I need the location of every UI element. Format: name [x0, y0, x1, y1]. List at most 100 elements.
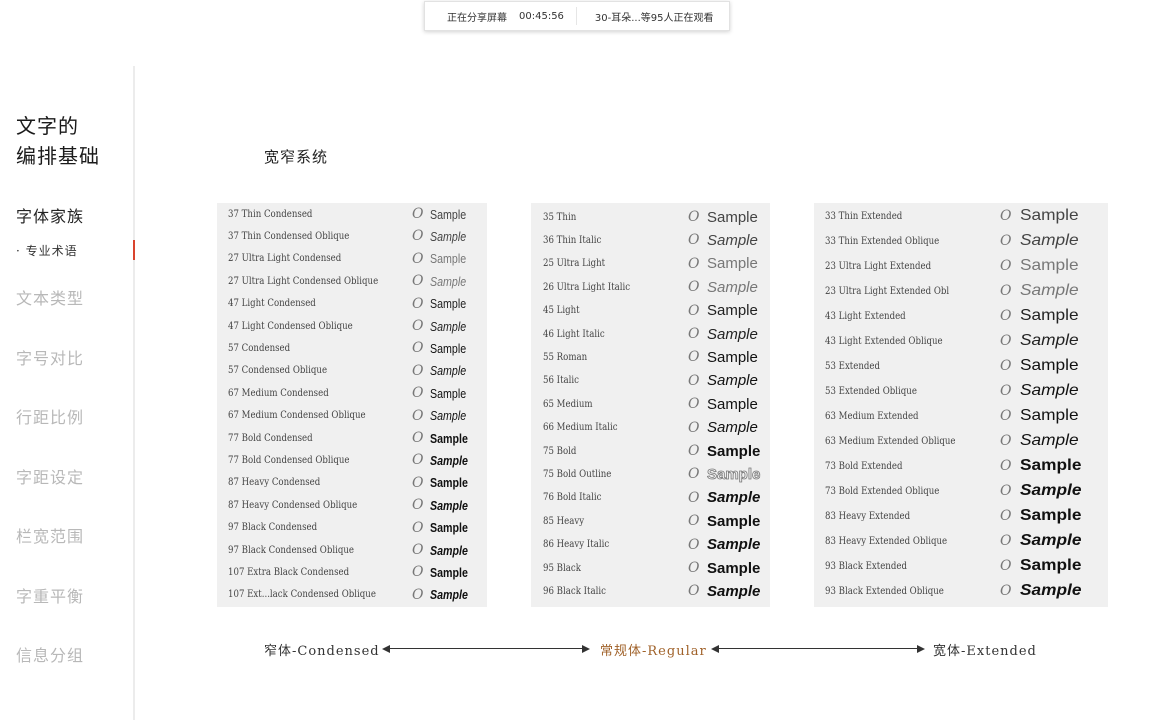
- font-name: 67 Medium Condensed: [228, 387, 329, 399]
- sidebar-item-text-types[interactable]: 文本类型: [16, 285, 84, 309]
- sidebar-title-line1: 文字的: [16, 114, 79, 138]
- sidebar-divider: [133, 66, 135, 720]
- font-name: 63 Medium Extended Oblique: [825, 435, 956, 447]
- font-sample: Sample: [1020, 257, 1079, 274]
- font-glyph-icon: O: [688, 349, 700, 366]
- font-glyph-icon: O: [1000, 583, 1012, 599]
- font-glyph-icon: O: [1000, 458, 1012, 474]
- font-sample: Sample: [1020, 582, 1082, 599]
- font-sample: Sample: [430, 318, 467, 334]
- font-sample: Sample: [707, 465, 761, 483]
- font-row: 77 Bold Condensed Oblique O Sample: [217, 449, 487, 471]
- font-glyph-icon: O: [1000, 408, 1012, 424]
- font-name: 96 Black Italic: [543, 585, 606, 597]
- font-sample: Sample: [430, 430, 468, 446]
- font-sample: Sample: [1020, 382, 1079, 399]
- font-name: 66 Medium Italic: [543, 422, 618, 434]
- font-sample: Sample: [1020, 232, 1079, 249]
- font-name: 107 Ext...lack Condensed Oblique: [228, 589, 376, 601]
- font-name: 93 Black Extended Oblique: [825, 585, 944, 597]
- font-glyph-icon: O: [688, 489, 700, 506]
- sidebar-item-font-family[interactable]: 字体家族: [16, 203, 84, 227]
- font-glyph-icon: O: [688, 466, 700, 483]
- sidebar-item-line-spacing[interactable]: 行距比例: [16, 404, 84, 428]
- font-glyph-icon: O: [1000, 383, 1012, 399]
- font-glyph-icon: O: [688, 443, 700, 459]
- font-sample: Sample: [430, 520, 468, 536]
- font-glyph-icon: O: [688, 372, 700, 389]
- font-glyph-icon: O: [412, 542, 424, 558]
- font-name: 46 Light Italic: [543, 328, 605, 340]
- font-name: 56 Italic: [543, 375, 579, 387]
- font-glyph-icon: O: [1000, 208, 1012, 224]
- font-row: 87 Heavy Condensed Oblique O Sample: [217, 494, 487, 516]
- font-name: 23 Ultra Light Extended: [825, 260, 932, 272]
- font-row: 57 Condensed Oblique O Sample: [217, 360, 487, 382]
- font-name: 83 Heavy Extended Oblique: [825, 535, 948, 547]
- font-sample: Sample: [1020, 507, 1082, 524]
- font-glyph-icon: O: [688, 560, 700, 576]
- font-sample: Sample: [1020, 557, 1082, 574]
- font-row: 27 Ultra Light Condensed Oblique O Sample: [217, 270, 487, 292]
- font-name: 45 Light: [543, 305, 580, 317]
- font-row: 75 Bold Outline O Sample: [531, 463, 770, 485]
- font-row: 107 Ext...lack Condensed Oblique O Sample: [217, 584, 487, 606]
- sidebar-item-letter-spacing[interactable]: 字距设定: [16, 464, 84, 488]
- font-glyph-icon: O: [1000, 258, 1012, 274]
- font-row: 47 Light Condensed Oblique O Sample: [217, 315, 487, 337]
- sidebar-item-terminology[interactable]: · 专业术语: [16, 242, 78, 259]
- font-sample: Sample: [1020, 532, 1082, 549]
- font-name: 47 Light Condensed Oblique: [228, 320, 353, 332]
- sidebar-item-size-contrast[interactable]: 字号对比: [16, 345, 84, 369]
- font-glyph-icon: O: [1000, 483, 1012, 499]
- font-row: 35 Thin O Sample: [531, 206, 770, 228]
- font-name: 35 Thin: [543, 211, 577, 223]
- font-sample: Sample: [707, 348, 758, 366]
- font-sample: Sample: [707, 325, 758, 343]
- font-glyph-icon: O: [412, 206, 424, 222]
- font-row: 26 Ultra Light Italic O Sample: [531, 276, 770, 298]
- font-name: 75 Bold: [543, 445, 577, 457]
- font-row: 36 Thin Italic O Sample: [531, 229, 770, 251]
- font-sample: Sample: [1020, 207, 1079, 224]
- font-name: 77 Bold Condensed: [228, 432, 313, 444]
- font-name: 43 Light Extended: [825, 310, 906, 322]
- font-row: 97 Black Condensed O Sample: [217, 517, 487, 539]
- font-glyph-icon: O: [1000, 333, 1012, 349]
- font-name: 25 Ultra Light: [543, 258, 606, 270]
- font-name: 85 Heavy: [543, 515, 585, 527]
- font-glyph-icon: O: [412, 452, 424, 469]
- font-glyph-icon: O: [412, 385, 424, 402]
- font-row: 107 Extra Black Condensed O Sample: [217, 561, 487, 583]
- font-row: 86 Heavy Italic O Sample: [531, 534, 770, 556]
- sidebar-item-weight-balance[interactable]: 字重平衡: [16, 583, 84, 607]
- font-glyph-icon: O: [412, 273, 424, 290]
- active-section-marker: [133, 240, 135, 260]
- font-glyph-icon: O: [688, 513, 700, 530]
- font-sample: Sample: [430, 340, 467, 356]
- font-sample: Sample: [430, 206, 467, 222]
- font-sample: Sample: [707, 582, 761, 600]
- font-sample: Sample: [1020, 457, 1082, 474]
- sidebar-item-info-grouping[interactable]: 信息分组: [16, 642, 84, 666]
- font-name: 76 Bold Italic: [543, 492, 602, 504]
- font-name: 73 Bold Extended Oblique: [825, 485, 940, 497]
- sidebar-item-column-width[interactable]: 栏宽范围: [16, 523, 84, 547]
- font-row: 57 Condensed O Sample: [217, 337, 487, 359]
- font-row: 33 Thin Extended Oblique O Sample: [814, 230, 1108, 252]
- font-glyph-icon: O: [1000, 233, 1012, 249]
- font-sample: Sample: [430, 475, 468, 491]
- font-sample: Sample: [707, 395, 758, 413]
- font-glyph-icon: O: [412, 564, 424, 581]
- screen-share-bar: 正在分享屏幕 00:45:56 30-耳朵...等95人正在观看: [424, 1, 730, 31]
- font-sample: Sample: [707, 536, 761, 554]
- font-name: 53 Extended Oblique: [825, 385, 917, 397]
- font-glyph-icon: O: [688, 302, 700, 319]
- share-viewers[interactable]: 30-耳朵...等95人正在观看: [577, 9, 714, 24]
- font-glyph-icon: O: [412, 228, 424, 245]
- font-row: 85 Heavy O Sample: [531, 510, 770, 532]
- font-name: 57 Condensed Oblique: [228, 365, 328, 377]
- font-name: 93 Black Extended: [825, 560, 907, 572]
- font-name: 26 Ultra Light Italic: [543, 281, 631, 293]
- font-sample: Sample: [1020, 407, 1079, 424]
